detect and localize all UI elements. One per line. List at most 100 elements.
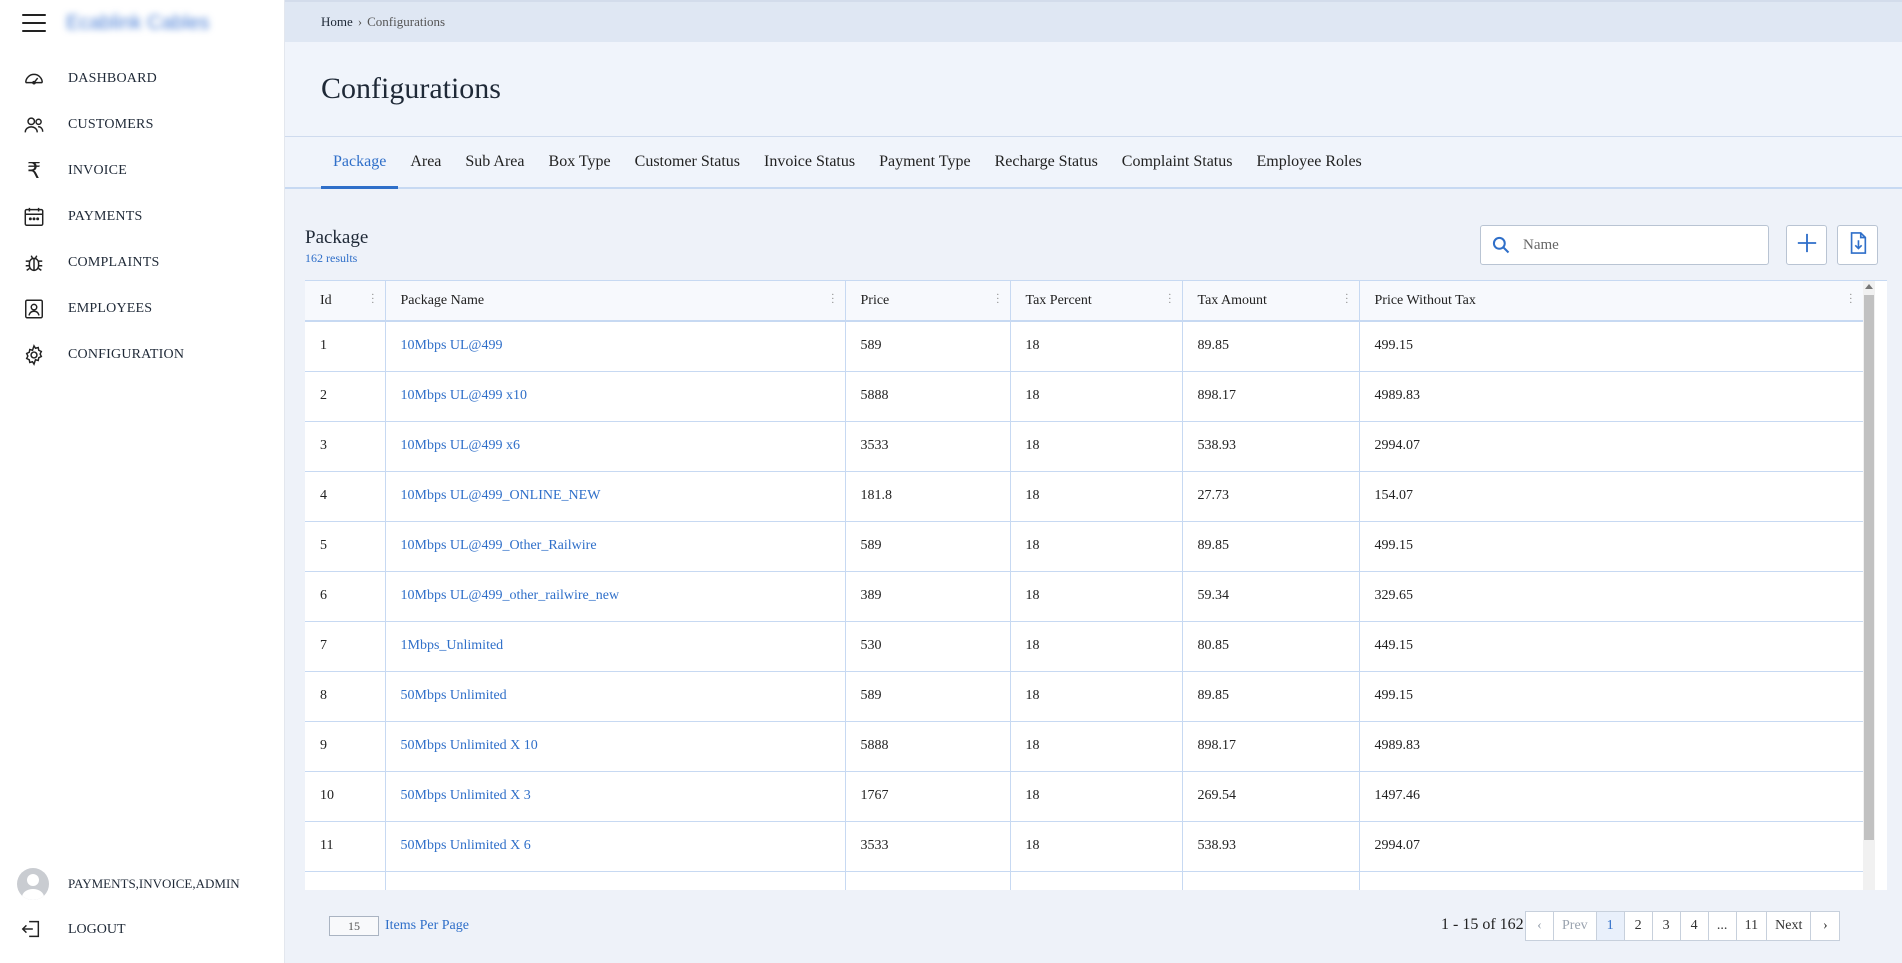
cell-package-name-link[interactable]: 10Mbps UL@499 x10	[385, 371, 846, 422]
cell-package-name-link[interactable]: 10Mbps UL@499	[385, 321, 846, 372]
column-header-package-name[interactable]: Package Name · · ·	[385, 281, 846, 322]
tab-employee-roles[interactable]: Employee Roles	[1244, 137, 1373, 187]
sidebar-item-complaints[interactable]: COMPLAINTS	[0, 240, 284, 286]
cell-tax-amount	[1182, 871, 1360, 890]
cell-package-name-link[interactable]	[385, 871, 846, 890]
search-input[interactable]	[1523, 236, 1743, 254]
cell-tax-percent: 18	[1010, 421, 1183, 472]
table-row[interactable]: 11 50Mbps Unlimited X 6 3533 18 538.93 2994.0…	[305, 821, 1864, 872]
user-profile[interactable]: PAYMENTS,INVOICE,ADMIN	[0, 861, 284, 907]
cell-tax-percent: 18	[1010, 621, 1183, 672]
sidebar-item-employees[interactable]: EMPLOYEES	[0, 286, 284, 332]
column-header-price-without-tax[interactable]: Price Without Tax · · ·	[1359, 281, 1864, 322]
table-row[interactable]	[305, 871, 1864, 890]
sidebar-item-customers[interactable]: CUSTOMERS	[0, 102, 284, 148]
sidebar-item-label: INVOICE	[68, 163, 127, 178]
main-content: Home › Configurations Configurations Pac…	[285, 0, 1902, 963]
sidebar-item-label: CONFIGURATION	[68, 347, 185, 362]
cell-tax-percent: 18	[1010, 721, 1183, 772]
cell-tax-percent	[1010, 871, 1183, 890]
sidebar-item-payments[interactable]: PAYMENTS	[0, 194, 284, 240]
gear-icon	[22, 343, 46, 367]
table-row[interactable]: 5 10Mbps UL@499_Other_Railwire 589 18 89.85 4…	[305, 521, 1864, 572]
cell-tax-amount: 538.93	[1182, 821, 1360, 872]
tab-customer-status[interactable]: Customer Status	[623, 137, 752, 187]
breadcrumb-separator: ›	[357, 14, 363, 29]
table-row[interactable]: 1 10Mbps UL@499 589 18 89.85 499.15	[305, 321, 1864, 372]
column-header-tax-percent[interactable]: Tax Percent · · ·	[1010, 281, 1183, 322]
table-row[interactable]: 4 10Mbps UL@499_ONLINE_NEW 181.8 18 27.73 154…	[305, 471, 1864, 522]
panel-header: Package 162 results	[305, 189, 1887, 279]
tab-sub-area[interactable]: Sub Area	[453, 137, 536, 187]
cell-package-name-link[interactable]: 10Mbps UL@499_ONLINE_NEW	[385, 471, 846, 522]
cell-package-name-link[interactable]: 50Mbps Unlimited X 3	[385, 771, 846, 822]
table-footer: 15 Items Per Page 1 - 15 of 162 ‹ Prev 1…	[305, 901, 1887, 951]
tab-package[interactable]: Package	[321, 137, 399, 189]
tab-invoice-status[interactable]: Invoice Status	[752, 137, 867, 187]
plus-icon	[1796, 232, 1818, 259]
pagination-page-3[interactable]: 3	[1653, 912, 1681, 940]
cell-package-name-link[interactable]: 1Mbps_Unlimited	[385, 621, 846, 672]
tab-complaint-status[interactable]: Complaint Status	[1110, 137, 1245, 187]
pagination-next-button[interactable]: Next	[1767, 912, 1812, 940]
calendar-icon	[22, 205, 46, 229]
column-menu-icon[interactable]: · · ·	[996, 291, 999, 309]
cell-tax-amount: 80.85	[1182, 621, 1360, 672]
table-row[interactable]: 6 10Mbps UL@499_other_railwire_new 389 18 59…	[305, 571, 1864, 622]
scroll-up-arrow-icon[interactable]	[1865, 284, 1873, 289]
table-row[interactable]: 8 50Mbps Unlimited 589 18 89.85 499.15	[305, 671, 1864, 722]
table-scrollbar[interactable]	[1863, 281, 1875, 890]
column-menu-icon[interactable]: · · ·	[371, 291, 374, 309]
cell-package-name-link[interactable]: 50Mbps Unlimited X 10	[385, 721, 846, 772]
pagination-prev-arrow-icon[interactable]: ‹	[1526, 912, 1554, 940]
column-menu-icon[interactable]: · · ·	[1849, 291, 1852, 309]
sidebar-item-label: CUSTOMERS	[68, 117, 154, 132]
users-icon	[22, 113, 46, 137]
table-row[interactable]: 3 10Mbps UL@499 x6 3533 18 538.93 2994.07	[305, 421, 1864, 472]
cell-package-name-link[interactable]: 50Mbps Unlimited X 6	[385, 821, 846, 872]
pagination-prev-button[interactable]: Prev	[1554, 912, 1597, 940]
cell-package-name-link[interactable]: 10Mbps UL@499_other_railwire_new	[385, 571, 846, 622]
tab-box-type[interactable]: Box Type	[537, 137, 623, 187]
tab-recharge-status[interactable]: Recharge Status	[983, 137, 1110, 187]
column-header-tax-amount[interactable]: Tax Amount · · ·	[1182, 281, 1360, 322]
sidebar-item-label: PAYMENTS	[68, 209, 143, 224]
scrollbar-thumb[interactable]	[1864, 295, 1874, 840]
sidebar-item-configuration[interactable]: CONFIGURATION	[0, 332, 284, 378]
add-package-button[interactable]	[1786, 225, 1827, 265]
cell-package-name-link[interactable]: 10Mbps UL@499 x6	[385, 421, 846, 472]
table-row[interactable]: 10 50Mbps Unlimited X 3 1767 18 269.54 1497.4…	[305, 771, 1864, 822]
table-row[interactable]: 7 1Mbps_Unlimited 530 18 80.85 449.15	[305, 621, 1864, 672]
pagination-next-arrow-icon[interactable]: ›	[1811, 912, 1839, 940]
pagination-page-1[interactable]: 1	[1596, 912, 1625, 940]
pagination-page-11[interactable]: 11	[1737, 912, 1768, 940]
tab-area[interactable]: Area	[398, 137, 453, 187]
pagination-page-4[interactable]: 4	[1681, 912, 1709, 940]
column-menu-icon[interactable]: · · ·	[831, 291, 834, 309]
cell-tax-amount: 898.17	[1182, 721, 1360, 772]
pagination-page-2[interactable]: 2	[1625, 912, 1653, 940]
brand-logo: Ecablink Cables	[66, 11, 210, 34]
tab-payment-type[interactable]: Payment Type	[867, 137, 982, 187]
cell-id: 11	[305, 821, 386, 872]
cell-package-name-link[interactable]: 10Mbps UL@499_Other_Railwire	[385, 521, 846, 572]
cell-price: 5888	[845, 721, 1011, 772]
column-header-id[interactable]: Id · · ·	[305, 281, 386, 322]
user-roles: PAYMENTS,INVOICE,ADMIN	[68, 876, 240, 891]
items-per-page-select[interactable]: 15	[329, 916, 379, 936]
sidebar-footer: PAYMENTS,INVOICE,ADMIN LOGOUT	[0, 861, 284, 963]
sidebar-item-dashboard[interactable]: DASHBOARD	[0, 56, 284, 102]
cell-price-without-tax: 499.15	[1359, 671, 1864, 722]
menu-toggle-icon[interactable]	[22, 14, 46, 32]
export-button[interactable]	[1837, 225, 1878, 265]
breadcrumb-home[interactable]: Home	[321, 14, 353, 30]
cell-price: 5888	[845, 371, 1011, 422]
logout-button[interactable]: LOGOUT	[0, 907, 284, 953]
table-row[interactable]: 2 10Mbps UL@499 x10 5888 18 898.17 4989.83	[305, 371, 1864, 422]
column-header-price[interactable]: Price · · ·	[845, 281, 1011, 322]
column-menu-icon[interactable]: · · ·	[1345, 291, 1348, 309]
column-menu-icon[interactable]: · · ·	[1168, 291, 1171, 309]
cell-package-name-link[interactable]: 50Mbps Unlimited	[385, 671, 846, 722]
sidebar-item-invoice[interactable]: ₹ INVOICE	[0, 148, 284, 194]
table-row[interactable]: 9 50Mbps Unlimited X 10 5888 18 898.17 4989.8…	[305, 721, 1864, 772]
